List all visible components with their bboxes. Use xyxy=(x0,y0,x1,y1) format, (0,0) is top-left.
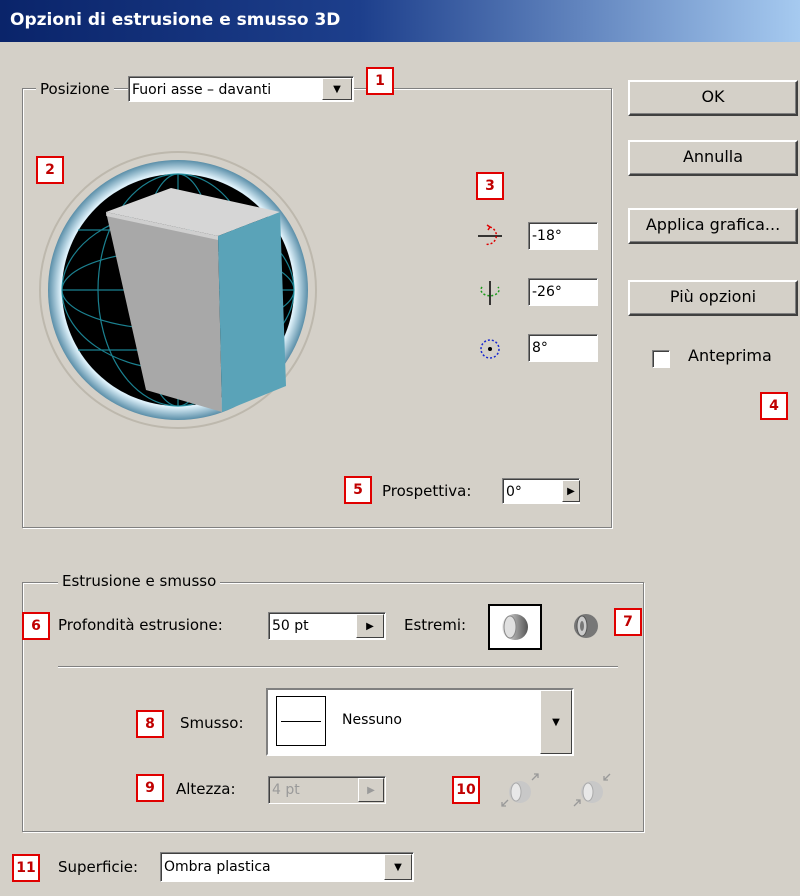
bevel-in-icon xyxy=(573,773,611,807)
y-axis-rotation-icon xyxy=(476,280,504,306)
triangle-right-icon: ▶ xyxy=(567,485,575,497)
chevron-down-icon: ▼ xyxy=(333,83,341,95)
cube-front-face xyxy=(218,212,286,412)
bevel-label: Smusso: xyxy=(180,714,244,732)
bevel-select[interactable]: Nessuno xyxy=(266,688,574,756)
callout-7: 7 xyxy=(614,608,642,636)
chevron-down-icon: ▼ xyxy=(552,716,560,728)
cap-label: Estremi: xyxy=(404,616,467,634)
position-label: Posizione xyxy=(40,80,110,98)
callout-10: 10 xyxy=(452,776,480,804)
position-legend: Posizione xyxy=(36,78,114,100)
height-label: Altezza: xyxy=(176,780,236,798)
perspective-slider-button[interactable]: ▶ xyxy=(562,480,580,502)
z-rotation-input[interactable]: 8° xyxy=(528,334,598,362)
x-axis-rotation-icon xyxy=(476,224,504,248)
cap-on-icon xyxy=(502,614,528,640)
bevel-preview-box xyxy=(276,696,326,746)
chevron-down-icon: ▼ xyxy=(394,861,402,873)
cancel-button[interactable]: Annulla xyxy=(628,140,798,176)
surface-label: Superficie: xyxy=(58,858,139,876)
cap-on-button[interactable] xyxy=(488,604,542,650)
bevel-out-icon xyxy=(501,773,539,807)
height-slider-button[interactable]: ▶ xyxy=(358,778,384,802)
y-rotation-input[interactable]: -26° xyxy=(528,278,598,306)
bevel-out-button[interactable] xyxy=(498,772,542,808)
perspective-label: Prospettiva: xyxy=(382,482,472,500)
callout-11: 11 xyxy=(12,854,40,882)
bevel-dropdown-button[interactable]: ▼ xyxy=(540,690,572,754)
extrude-depth-slider-button[interactable]: ▶ xyxy=(356,614,384,638)
cap-off-icon xyxy=(574,614,598,638)
bevel-value: Nessuno xyxy=(342,712,402,728)
ok-button[interactable]: OK xyxy=(628,80,798,116)
rotation-trackball[interactable] xyxy=(38,150,318,430)
bevel-in-button[interactable] xyxy=(570,772,614,808)
position-preset-select[interactable]: Fuori asse – davanti xyxy=(128,76,354,102)
x-rotation-input[interactable]: -18° xyxy=(528,222,598,250)
surface-select[interactable]: Ombra plastica xyxy=(160,852,414,882)
preview-label: Anteprima xyxy=(688,346,772,365)
title-bar: Opzioni di estrusione e smusso 3D xyxy=(0,0,800,42)
position-preset-dropdown-button[interactable]: ▼ xyxy=(322,78,352,100)
triangle-right-icon: ▶ xyxy=(367,784,375,796)
callout-3: 3 xyxy=(476,172,504,200)
callout-6: 6 xyxy=(22,612,50,640)
more-options-button[interactable]: Più opzioni xyxy=(628,280,798,316)
callout-8: 8 xyxy=(136,710,164,738)
map-art-button[interactable]: Applica grafica... xyxy=(628,208,798,244)
extrude-separator xyxy=(58,666,618,668)
preview-checkbox[interactable] xyxy=(652,350,670,368)
window-title: Opzioni di estrusione e smusso 3D xyxy=(10,10,341,30)
surface-dropdown-button[interactable]: ▼ xyxy=(384,854,412,880)
callout-1: 1 xyxy=(366,67,394,95)
cap-off-button[interactable] xyxy=(566,606,606,646)
callout-5: 5 xyxy=(344,476,372,504)
extrude-depth-label: Profondità estrusione: xyxy=(58,616,223,634)
z-axis-rotation-icon xyxy=(476,336,504,362)
extrude-legend: Estrusione e smusso xyxy=(58,570,221,592)
triangle-right-icon: ▶ xyxy=(366,620,374,632)
trackball-graphic xyxy=(39,151,317,429)
callout-9: 9 xyxy=(136,774,164,802)
callout-4: 4 xyxy=(760,392,788,420)
bevel-line-icon xyxy=(281,721,321,722)
